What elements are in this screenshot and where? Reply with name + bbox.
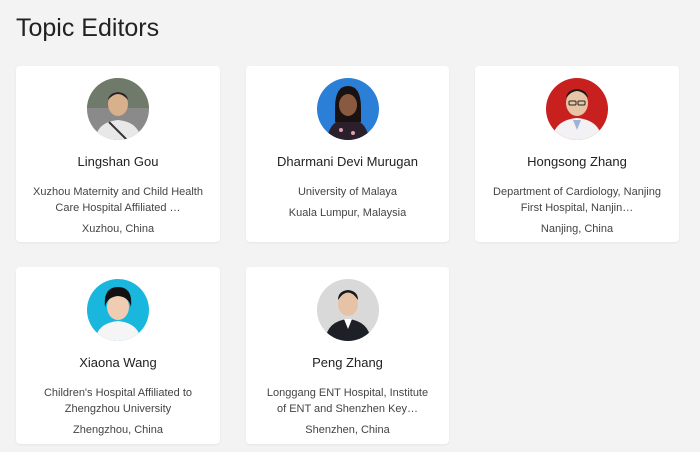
editor-location: Shenzhen, China bbox=[305, 424, 390, 436]
editor-affiliation: Xuzhou Maternity and Child Health Care H… bbox=[33, 186, 203, 214]
editor-affiliation: University of Malaya bbox=[297, 186, 398, 198]
editor-name[interactable]: Peng Zhang bbox=[246, 355, 449, 371]
editor-location: Nanjing, China bbox=[540, 223, 614, 235]
editor-name[interactable]: Lingshan Gou bbox=[16, 154, 220, 170]
avatar[interactable] bbox=[87, 78, 149, 140]
avatar[interactable] bbox=[546, 78, 608, 140]
editor-name[interactable]: Hongsong Zhang bbox=[475, 154, 679, 170]
editor-name[interactable]: Xiaona Wang bbox=[16, 355, 220, 371]
editor-card-xiaona-wang[interactable]: Xiaona Wang Children's Hospital Affiliat… bbox=[16, 267, 220, 444]
editor-location: Zhengzhou, China bbox=[73, 424, 163, 436]
avatar[interactable] bbox=[87, 279, 149, 341]
editor-name[interactable]: Dharmani Devi Murugan bbox=[246, 154, 449, 170]
editor-card-hongsong-zhang[interactable]: Hongsong Zhang Department of Cardiology,… bbox=[475, 66, 679, 242]
editor-affiliation: Department of Cardiology, Nanjing First … bbox=[493, 186, 661, 214]
editors-grid: Lingshan Gou Xuzhou Maternity and Child … bbox=[16, 66, 679, 444]
editor-card-lingshan-gou[interactable]: Lingshan Gou Xuzhou Maternity and Child … bbox=[16, 66, 220, 242]
avatar[interactable] bbox=[316, 279, 379, 341]
avatar[interactable] bbox=[316, 78, 379, 140]
editor-card-dharmani-devi-murugan[interactable]: Dharmani Devi Murugan University of Mala… bbox=[246, 66, 449, 242]
editor-card-peng-zhang[interactable]: Peng Zhang Longgang ENT Hospital, Instit… bbox=[246, 267, 449, 444]
page-title: Topic Editors bbox=[16, 14, 160, 42]
editor-location: Xuzhou, China bbox=[81, 223, 155, 235]
editor-affiliation: Longgang ENT Hospital, Institute of ENT … bbox=[266, 387, 429, 415]
editor-location: Kuala Lumpur, Malaysia bbox=[288, 207, 407, 219]
editor-affiliation: Children's Hospital Affiliated to Zhengz… bbox=[43, 387, 193, 415]
